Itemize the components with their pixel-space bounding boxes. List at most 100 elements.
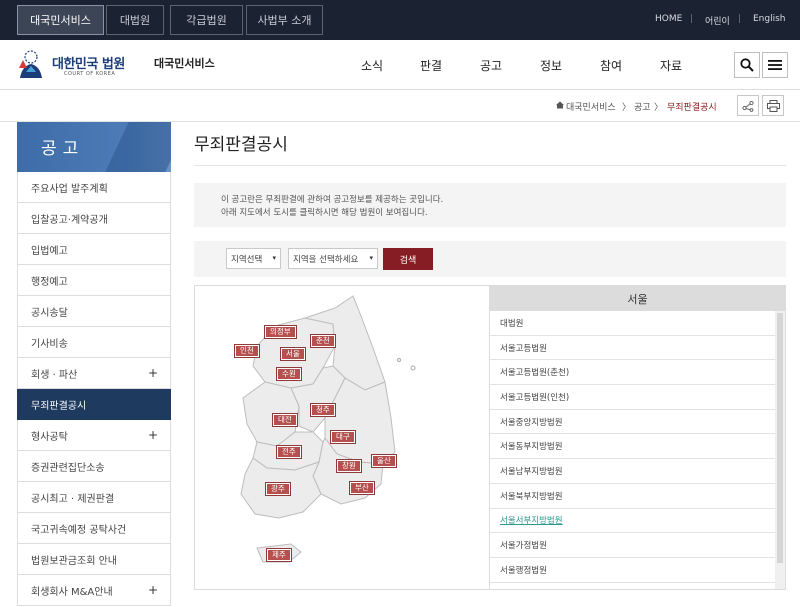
sidebar-item[interactable]: 공시송달 [17,296,171,327]
city-label-busan[interactable]: 부산 [349,481,375,495]
scrollbar-thumb[interactable] [777,313,783,563]
sidebar-item-label: 입법예고 [31,245,68,257]
site-name[interactable]: 대국민서비스 [154,55,215,71]
tab-public-service[interactable]: 대국민서비스 [17,5,104,35]
sidebar-item[interactable]: 무죄판결공시 [17,389,171,420]
site-header: 대한민국 법원 COURT OF KOREA 대국민서비스 소식 판결 공고 정… [0,40,800,90]
city-label-seoul[interactable]: 서울 [280,347,306,361]
sidebar-menu: 주요사업 발주계획 입찰공고·계약공개 입법예고 행정예고 공시송달 기사비송 회생 · 파… [17,172,171,606]
city-label-gwangju[interactable]: 광주 [265,482,291,496]
sidebar-item[interactable]: 회생 · 파산 + [17,358,171,389]
court-list-item[interactable]: 서울고등법원 [490,336,776,361]
court-list-item[interactable]: 서울남부지방법원 [490,459,776,484]
city-label-jeonju[interactable]: 전주 [276,445,302,459]
kids-link[interactable]: 어린이 [705,14,730,27]
nav-news[interactable]: 소식 [361,57,383,74]
home-icon[interactable] [556,101,564,109]
sidebar-header: 공고 [17,122,171,172]
breadcrumb-item[interactable]: 대국민서비스 [566,100,616,113]
court-emblem-icon[interactable] [16,48,46,80]
tab-judiciary-intro[interactable]: 사법부 소개 [246,5,323,35]
sidebar-item[interactable]: 형사공탁 + [17,420,171,451]
nav-notices[interactable]: 공고 [480,57,502,74]
util-separator: | [738,14,742,24]
chevron-down-icon: ▾ [369,254,373,262]
menu-button[interactable] [762,52,788,78]
top-utility-bar: 대국민서비스 대법원 각급법원 사법부 소개 HOME | 어린이 | Engl… [0,0,800,40]
city-label-chuncheon[interactable]: 춘천 [310,334,336,348]
court-list-panel: 서울 대법원 서울고등법원 서울고등법원(춘천) 서울고등법원(인천) 서울중앙지방법원… [489,285,786,590]
nav-participation[interactable]: 참여 [600,57,622,74]
court-select[interactable]: 지역을 선택하세요 ▾ [288,248,378,269]
city-label-ulsan[interactable]: 울산 [371,454,397,468]
city-label-suwon[interactable]: 수원 [276,367,302,381]
court-list-item[interactable]: 서울서부지방법원 [490,509,776,534]
search-icon [740,58,754,72]
tab-supreme-court[interactable]: 대법원 [106,5,164,35]
logo-title[interactable]: 대한민국 법원 [52,53,125,72]
court-select-value: 지역을 선택하세요 [293,254,359,265]
breadcrumb-separator: 〉 [654,103,664,113]
util-separator: | [690,14,694,24]
court-list: 대법원 서울고등법원 서울고등법원(춘천) 서울고등법원(인천) 서울중앙지방법원 서울동… [490,311,776,583]
sidebar-item[interactable]: 행정예고 [17,265,171,296]
sidebar-item[interactable]: 입법예고 [17,234,171,265]
sidebar-item-label: 행정예고 [31,276,68,288]
sidebar-item[interactable]: 국고귀속예정 공탁사건 [17,513,171,544]
nav-info[interactable]: 정보 [540,57,562,74]
sidebar-item-label: 회생 · 파산 [31,369,78,381]
court-list-item[interactable]: 서울행정법원 [490,558,776,583]
city-label-jeju[interactable]: 제주 [266,548,292,562]
city-label-cheongju[interactable]: 청주 [310,403,336,417]
sidebar-item[interactable]: 입찰공고·계약공개 [17,203,171,234]
breadcrumb-separator: 〉 [622,103,632,113]
search-submit-button[interactable]: 검색 [383,248,433,270]
tab-courts[interactable]: 각급법원 [170,5,243,35]
sidebar-item[interactable]: 주요사업 발주계획 [17,172,171,203]
court-list-item[interactable]: 대법원 [490,311,776,336]
sidebar-item-label: 입찰공고·계약공개 [31,214,108,226]
share-button[interactable] [737,95,759,116]
breadcrumb-item[interactable]: 공고 [634,100,651,113]
court-list-item[interactable]: 서울동부지방법원 [490,434,776,460]
sidebar-item[interactable]: 법원보관금조회 안내 [17,544,171,575]
plus-icon[interactable]: + [148,366,158,380]
region-select[interactable]: 지역선택 ▾ [226,248,281,269]
court-list-item[interactable]: 서울고등법원(인천) [490,385,776,410]
city-label-changwon[interactable]: 창원 [336,459,362,473]
court-list-item[interactable]: 서울가정법원 [490,533,776,558]
sidebar-item-label: 무죄판결공시 [31,400,87,412]
court-list-item[interactable]: 서울고등법원(춘천) [490,360,776,386]
city-label-daejeon[interactable]: 대전 [272,413,298,427]
sidebar-item-label: 형사공탁 [31,431,68,443]
korea-map: 의정부 인천 서울 춘천 수원 청주 대전 대구 전주 창원 울산 부산 광주 … [194,285,490,590]
info-text-line: 이 공고란은 무죄판결에 관하여 공고정보를 제공하는 곳입니다. [221,195,444,205]
region-select-value: 지역선택 [231,254,263,265]
court-list-item[interactable]: 서울북부지방법원 [490,484,776,509]
hamburger-icon [768,60,782,70]
sidebar-item-label: 회생회사 M&A안내 [31,586,113,598]
city-label-incheon[interactable]: 인천 [234,344,260,358]
sidebar-item[interactable]: 기사비송 [17,327,171,358]
search-button[interactable] [734,52,760,78]
print-button[interactable] [762,95,784,116]
info-text-line: 아래 지도에서 도시를 클릭하시면 해당 법원이 보여집니다. [221,208,428,218]
page-title: 무죄판결공시 [194,135,288,155]
sidebar-header-decoration [100,122,171,172]
info-box: 이 공고란은 무죄판결에 관하여 공고정보를 제공하는 곳입니다. 아래 지도에… [194,183,786,227]
breadcrumb-current: 무죄판결공시 [667,103,717,113]
plus-icon[interactable]: + [148,583,158,597]
chevron-down-icon: ▾ [272,254,276,262]
plus-icon[interactable]: + [148,428,158,442]
sidebar-item[interactable]: 공시최고 · 제권판결 [17,482,171,513]
city-label-daegu[interactable]: 대구 [330,430,356,444]
home-link[interactable]: HOME [655,14,682,24]
nav-resources[interactable]: 자료 [660,57,682,74]
english-link[interactable]: English [753,14,786,24]
court-list-item[interactable]: 서울중앙지방법원 [490,410,776,435]
court-list-scrollbar[interactable] [775,311,785,589]
sidebar-item[interactable]: 증권관련집단소송 [17,451,171,482]
city-label-uijeongbu[interactable]: 의정부 [264,325,297,339]
sidebar-item[interactable]: 회생회사 M&A안내 + [17,575,171,606]
nav-judgments[interactable]: 판결 [420,57,442,74]
